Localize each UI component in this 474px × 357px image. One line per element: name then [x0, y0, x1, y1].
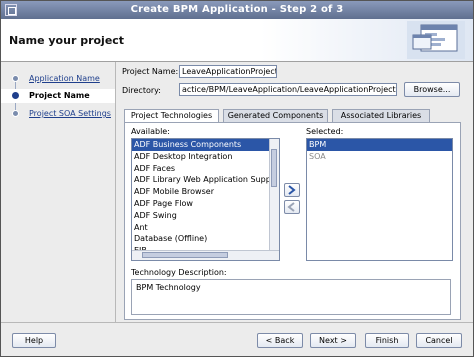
available-vertical-scrollbar[interactable] [269, 139, 279, 260]
back-button-label: < Back [265, 336, 295, 345]
list-item[interactable]: Ant [132, 222, 279, 234]
window-title: Create BPM Application - Step 2 of 3 [130, 4, 344, 15]
list-item[interactable]: ADF Swing [132, 210, 279, 222]
footer-divider [1, 322, 473, 323]
page-title: Name your project [9, 34, 125, 47]
directory-field[interactable]: actice/BPM/LeaveApplication/LeaveApplica… [179, 83, 397, 96]
project-technologies-panel: Available: ADF Business Components ADF D… [124, 122, 461, 320]
arrow-right-icon [288, 185, 296, 195]
next-button[interactable]: Next > [310, 333, 356, 348]
wizard-steps-nav: Application Name Project Name Project SO… [1, 62, 116, 322]
scroll-thumb[interactable] [271, 149, 277, 187]
step-project-soa-settings[interactable]: Project SOA Settings [1, 107, 115, 121]
available-list[interactable]: ADF Business Components ADF Desktop Inte… [131, 138, 280, 261]
list-item[interactable]: ADF Faces [132, 163, 279, 175]
tab-generated-components[interactable]: Generated Components [223, 109, 328, 122]
browse-button[interactable]: Browse... [404, 82, 460, 97]
finish-button[interactable]: Finish [365, 333, 409, 348]
available-label: Available: [131, 127, 170, 136]
list-item[interactable]: ADF Desktop Integration [132, 151, 279, 163]
list-item[interactable]: BPM [307, 139, 452, 151]
tab-project-technologies[interactable]: Project Technologies [124, 109, 219, 123]
directory-label: Directory: [122, 86, 161, 95]
step-label: Project Name [29, 91, 90, 100]
step-label: Project SOA Settings [29, 109, 111, 118]
technology-description-label: Technology Description: [131, 268, 227, 277]
project-name-field[interactable]: LeaveApplicationProject [179, 65, 277, 78]
arrow-left-icon [287, 202, 295, 212]
back-button[interactable]: < Back [257, 333, 303, 348]
cancel-button[interactable]: Cancel [416, 333, 462, 348]
project-name-label: Project Name: [122, 67, 179, 76]
step-marker-icon [12, 75, 19, 82]
list-item[interactable]: ADF Business Components [132, 139, 279, 151]
help-button-label: Help [24, 336, 44, 345]
move-left-button[interactable] [284, 200, 300, 214]
selected-list[interactable]: BPM SOA [306, 138, 453, 261]
finish-button-label: Finish [375, 336, 399, 345]
step-application-name[interactable]: Application Name [1, 72, 115, 86]
list-item[interactable]: ADF Library Web Application Suppo [132, 174, 279, 186]
list-item[interactable]: SOA [307, 151, 452, 163]
step-marker-icon [12, 110, 19, 117]
selected-label: Selected: [306, 127, 344, 136]
window-menu-icon[interactable] [5, 4, 17, 16]
create-bpm-application-dialog: Create BPM Application - Step 2 of 3 Nam… [0, 0, 474, 357]
tab-associated-libraries[interactable]: Associated Libraries [332, 109, 430, 122]
title-bar: Create BPM Application - Step 2 of 3 [1, 1, 473, 19]
available-horizontal-scrollbar[interactable] [132, 250, 279, 260]
scroll-thumb[interactable] [142, 252, 228, 258]
step-project-name[interactable]: Project Name [1, 89, 115, 103]
list-item[interactable]: ADF Page Flow [132, 198, 279, 210]
help-button[interactable]: Help [12, 333, 56, 348]
list-item[interactable]: ADF Mobile Browser [132, 186, 279, 198]
move-right-button[interactable] [284, 183, 300, 197]
wizard-banner-icon [407, 21, 465, 59]
wizard-header: Name your project [1, 19, 473, 62]
cancel-button-label: Cancel [425, 336, 453, 345]
technology-description-box: BPM Technology [131, 279, 451, 315]
next-button-label: Next > [319, 336, 347, 345]
current-step-marker-icon [11, 91, 20, 100]
step-label: Application Name [29, 74, 100, 83]
list-item[interactable]: Database (Offline) [132, 233, 279, 245]
